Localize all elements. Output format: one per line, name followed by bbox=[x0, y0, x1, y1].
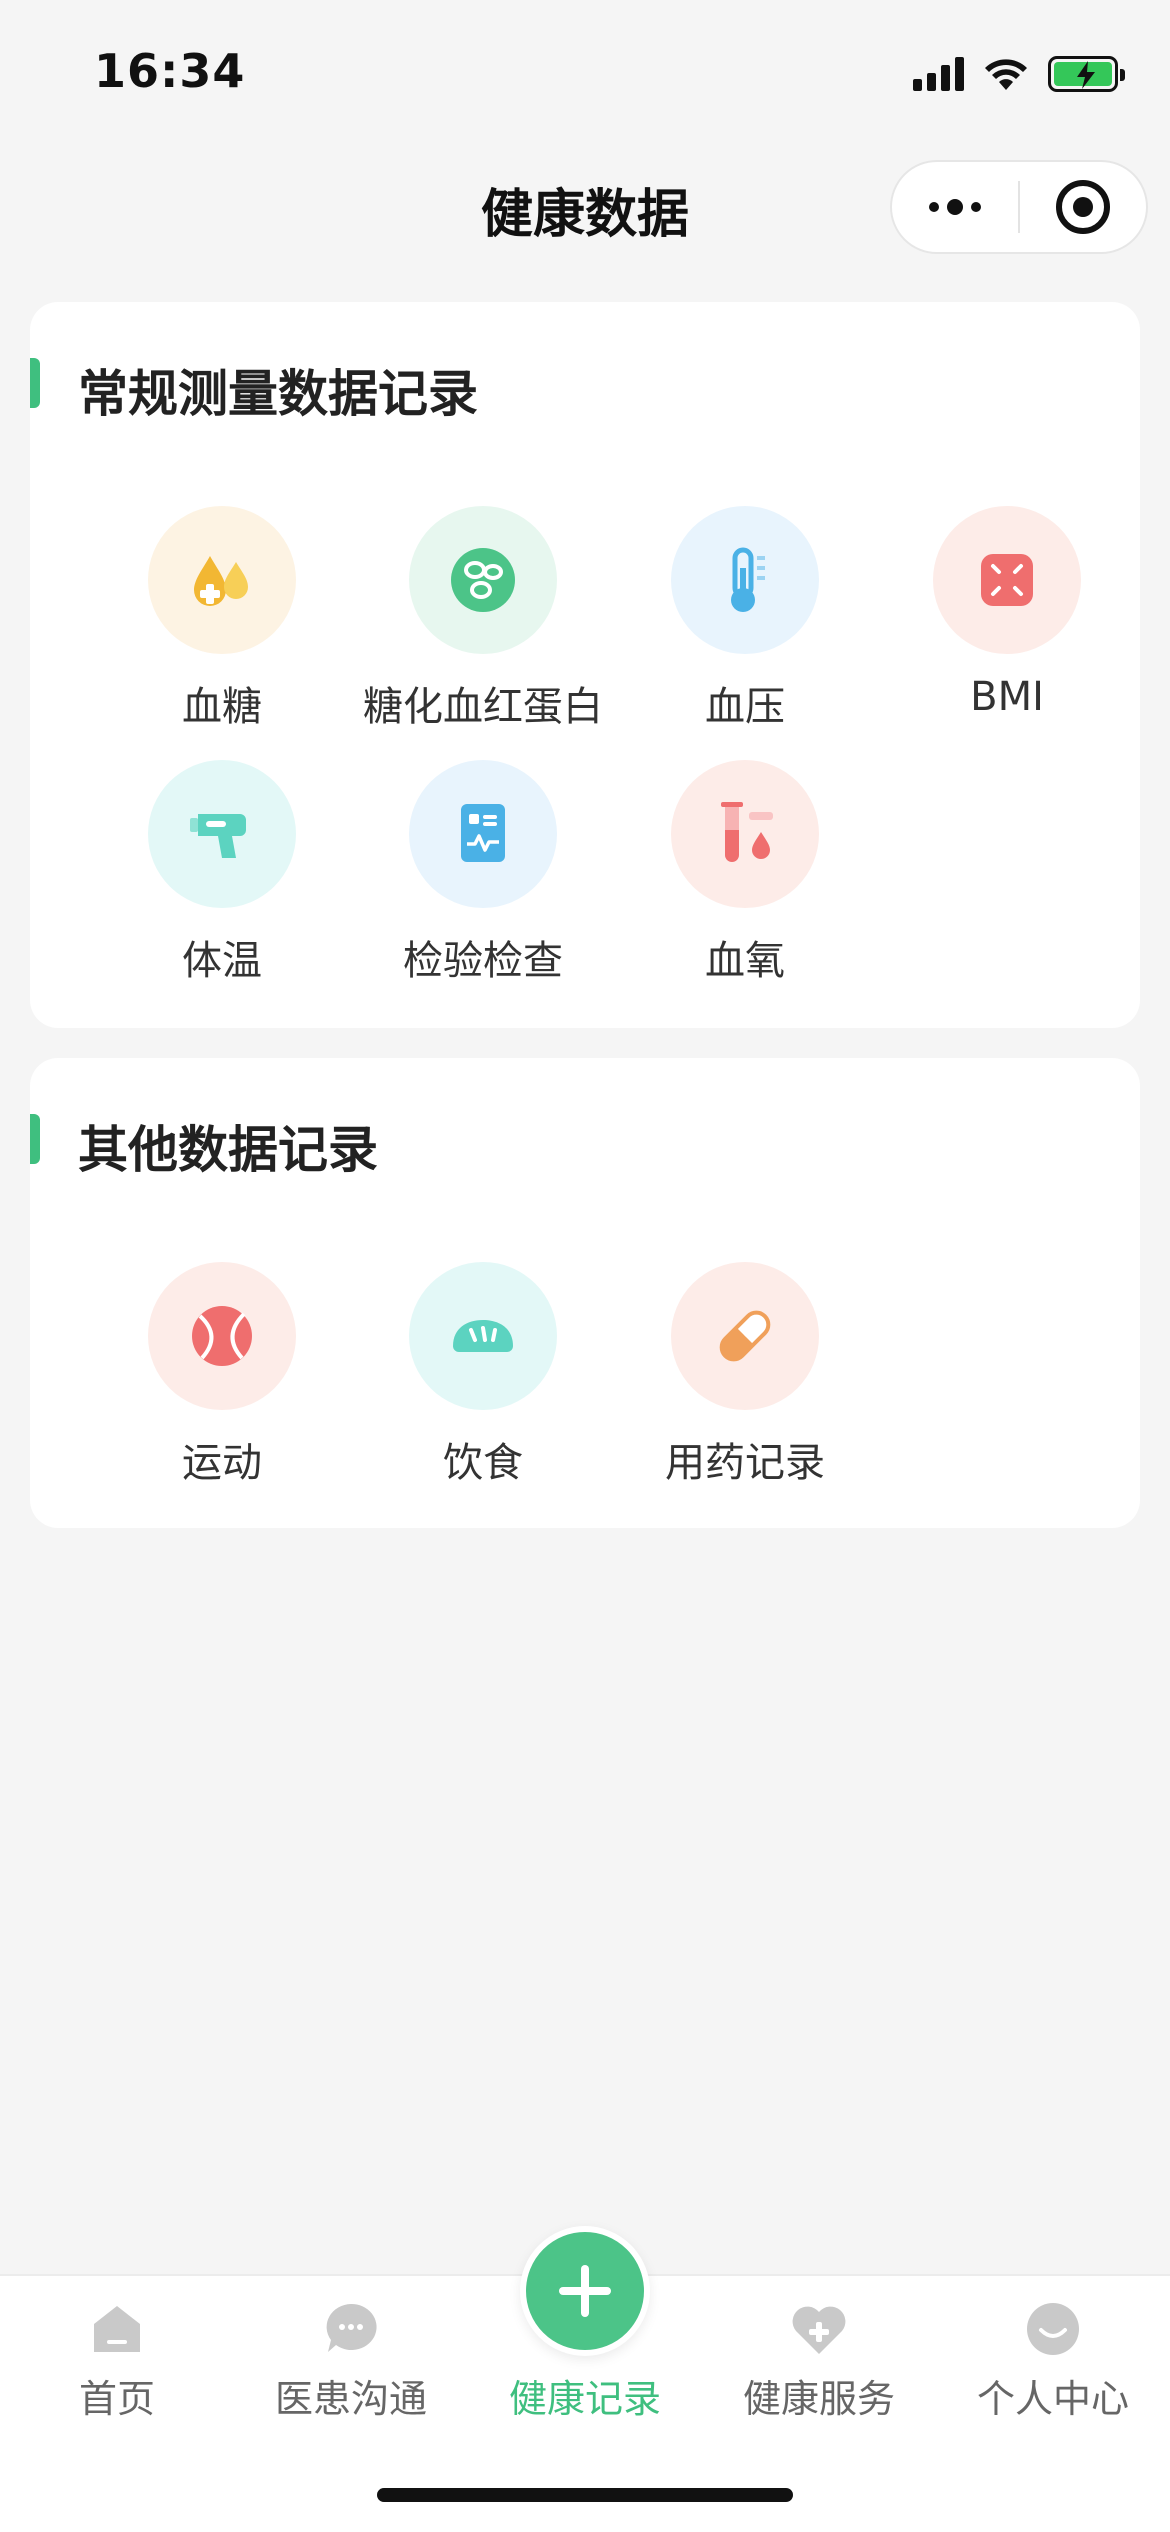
tab-label: 健康服务 bbox=[742, 2377, 895, 2421]
tab-label: 个人中心 bbox=[976, 2377, 1129, 2421]
more-button[interactable] bbox=[892, 160, 1018, 254]
profile-icon bbox=[1027, 2303, 1079, 2355]
item-label: 糖化血红蛋白 bbox=[363, 684, 603, 730]
cells-icon bbox=[409, 506, 557, 654]
record-item-diet[interactable]: 饮食 bbox=[352, 1262, 614, 1488]
record-item-blood-oxygen[interactable]: 血氧 bbox=[614, 760, 876, 986]
more-dot-icon bbox=[929, 202, 939, 212]
home-icon bbox=[94, 2306, 140, 2352]
cellular-signal-icon bbox=[913, 57, 964, 91]
status-icons bbox=[913, 52, 1125, 96]
section-accent-bar bbox=[30, 358, 40, 408]
scale-icon bbox=[933, 506, 1081, 654]
item-label: 血糖 bbox=[182, 684, 262, 730]
home-indicator bbox=[377, 2488, 793, 2502]
item-label: 饮食 bbox=[443, 1440, 523, 1486]
routine-measurement-card: 常规测量数据记录 血糖 糖化血红蛋白 血压 BMI 体温 检验检查 血氧 bbox=[30, 302, 1140, 1028]
add-record-button[interactable] bbox=[520, 2226, 650, 2356]
heart-plus-icon bbox=[792, 2306, 846, 2354]
item-label: 血压 bbox=[705, 684, 785, 730]
chat-icon bbox=[326, 2303, 377, 2352]
item-label: 体温 bbox=[182, 938, 262, 984]
target-icon bbox=[1055, 180, 1110, 234]
pill-icon bbox=[671, 1262, 819, 1410]
close-button[interactable] bbox=[1020, 160, 1146, 254]
record-item-hba1c[interactable]: 糖化血红蛋白 bbox=[352, 506, 614, 732]
bread-icon bbox=[409, 1262, 557, 1410]
more-dot-icon bbox=[947, 199, 963, 215]
ball-icon bbox=[148, 1262, 296, 1410]
item-label: 运动 bbox=[182, 1440, 262, 1486]
temperature-gun-icon bbox=[148, 760, 296, 908]
tab-health-services[interactable]: 健康服务 bbox=[702, 2276, 936, 2456]
lab-report-icon bbox=[409, 760, 557, 908]
item-label: 检验检查 bbox=[403, 938, 563, 984]
test-tube-icon bbox=[671, 760, 819, 908]
tab-doctor-chat[interactable]: 医患沟通 bbox=[234, 2276, 468, 2456]
section-title: 其他数据记录 bbox=[78, 1121, 378, 1179]
record-item-bmi[interactable]: BMI bbox=[876, 506, 1138, 720]
more-dot-icon bbox=[971, 202, 981, 212]
mini-program-capsule bbox=[890, 160, 1148, 254]
record-item-lab-tests[interactable]: 检验检查 bbox=[352, 760, 614, 986]
wifi-icon bbox=[985, 59, 1027, 90]
status-bar: 16:34 bbox=[0, 0, 1170, 150]
record-item-body-temperature[interactable]: 体温 bbox=[91, 760, 353, 986]
record-item-medication[interactable]: 用药记录 bbox=[614, 1262, 876, 1488]
thermometer-icon bbox=[671, 506, 819, 654]
status-time: 16:34 bbox=[94, 44, 246, 98]
tab-label: 首页 bbox=[78, 2377, 155, 2421]
record-item-exercise[interactable]: 运动 bbox=[91, 1262, 353, 1488]
item-label: BMI bbox=[970, 674, 1044, 720]
other-records-card: 其他数据记录 运动 饮食 用药记录 bbox=[30, 1058, 1140, 1528]
blood-drop-icon bbox=[148, 506, 296, 654]
tab-profile[interactable]: 个人中心 bbox=[936, 2276, 1170, 2456]
battery-icon bbox=[1048, 56, 1125, 92]
record-item-blood-pressure[interactable]: 血压 bbox=[614, 506, 876, 732]
plus-icon bbox=[559, 2265, 611, 2317]
section-accent-bar bbox=[30, 1114, 40, 1164]
item-label: 用药记录 bbox=[665, 1440, 825, 1486]
item-label: 血氧 bbox=[705, 938, 785, 984]
section-title: 常规测量数据记录 bbox=[78, 365, 478, 423]
tab-home[interactable]: 首页 bbox=[0, 2276, 234, 2456]
record-item-blood-glucose[interactable]: 血糖 bbox=[91, 506, 353, 732]
tab-label: 医患沟通 bbox=[274, 2377, 427, 2421]
tab-label: 健康记录 bbox=[508, 2377, 661, 2421]
